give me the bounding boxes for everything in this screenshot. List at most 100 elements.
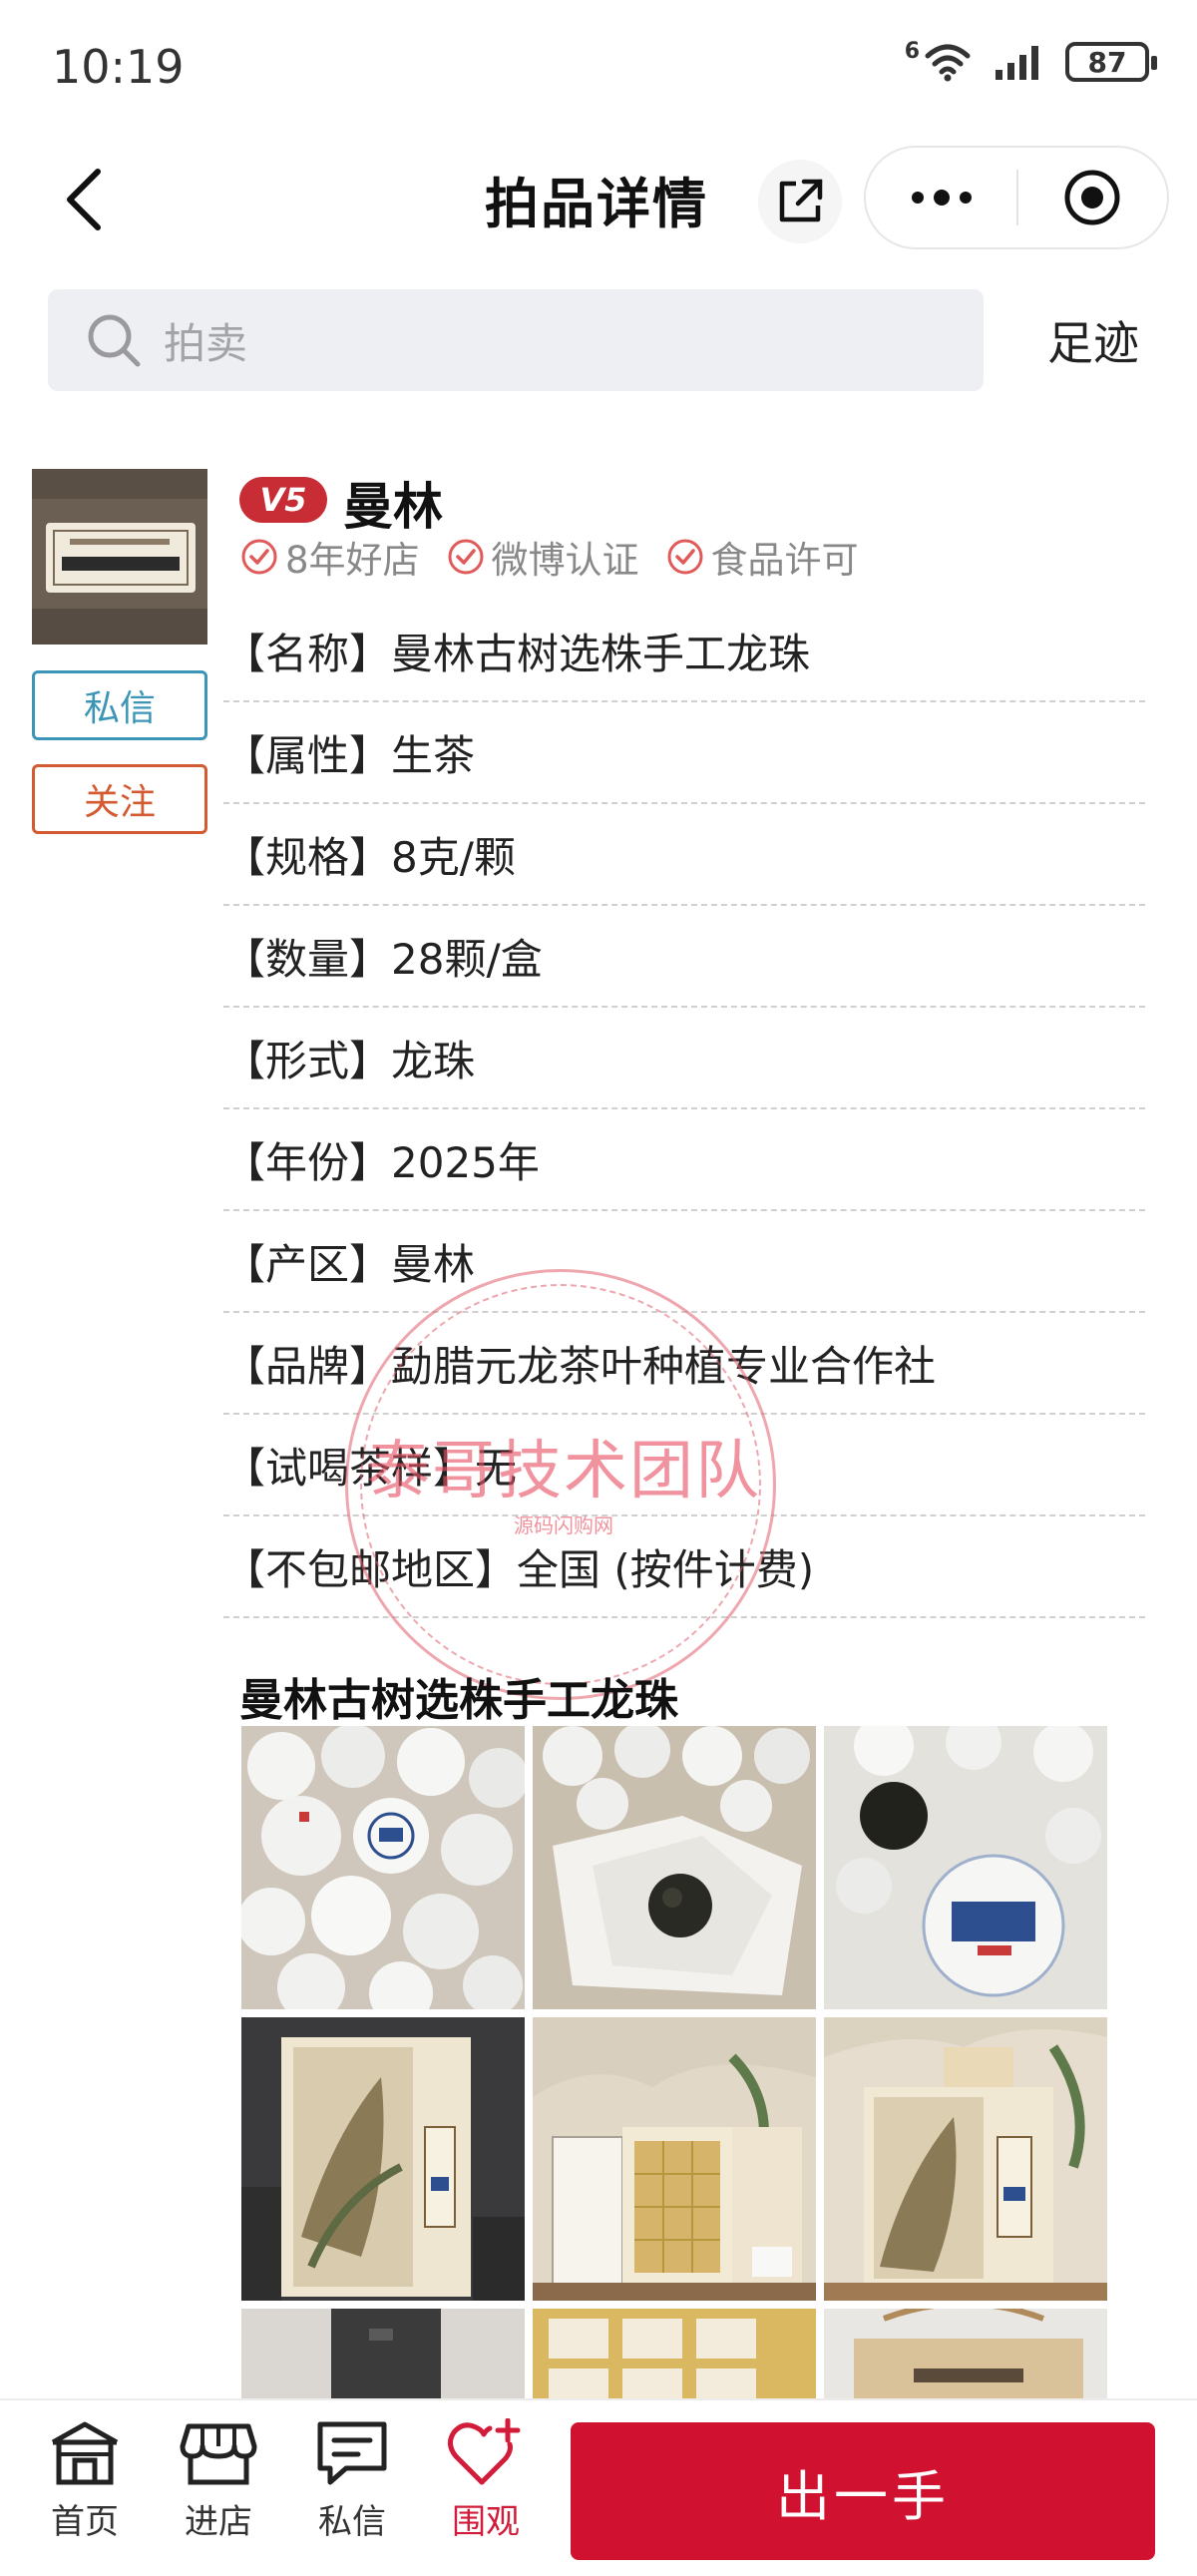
attribute-row-brand: 【品牌】 勐腊元龙茶叶种植专业合作社 xyxy=(223,1313,1145,1415)
attribute-value: 全国 (按件计费) xyxy=(517,1544,815,1594)
tab-messages-label: 私信 xyxy=(318,2502,386,2542)
product-photo[interactable] xyxy=(824,2017,1107,2301)
status-time: 10:19 xyxy=(52,40,185,94)
attribute-key: 【年份】 xyxy=(223,1137,392,1187)
place-bid-button[interactable]: 出一手 xyxy=(571,2422,1155,2560)
storefront-home-icon xyxy=(51,2421,119,2485)
attribute-key: 【形式】 xyxy=(223,1036,392,1085)
more-button[interactable] xyxy=(866,148,1016,247)
certification-label: 8年好店 xyxy=(285,539,420,582)
back-button[interactable] xyxy=(52,162,128,237)
seller-avatar-image xyxy=(32,469,207,644)
follow-seller-button[interactable]: 关注 xyxy=(32,764,207,834)
attribute-value: 无 xyxy=(475,1443,518,1493)
message-seller-button[interactable]: 私信 xyxy=(32,670,207,740)
attribute-row-spec: 【规格】 8克/颗 xyxy=(223,804,1145,906)
person-holding-box-image xyxy=(241,2309,525,2398)
search-icon xyxy=(88,314,141,367)
attribute-row-year: 【年份】 2025年 xyxy=(223,1109,1145,1211)
search-input[interactable]: 拍卖 xyxy=(48,289,984,391)
product-photo[interactable] xyxy=(533,2017,816,2301)
seller-avatar[interactable] xyxy=(32,469,207,644)
tea-balls-image xyxy=(241,1726,525,2009)
share-icon xyxy=(779,179,823,222)
attribute-value: 曼林 xyxy=(391,1239,476,1289)
attribute-key: 【试喝茶样】 xyxy=(223,1443,476,1493)
check-circle-icon xyxy=(241,539,277,575)
wifi-icon xyxy=(925,44,971,82)
gallery-title: 曼林古树选株手工龙珠 xyxy=(239,1675,678,1726)
certification-item: 食品许可 xyxy=(665,530,859,584)
status-icons: 6 87 xyxy=(904,38,1157,82)
share-button[interactable] xyxy=(758,160,842,243)
attribute-row-quantity: 【数量】 28颗/盒 xyxy=(223,906,1145,1008)
network-type-label: 6 xyxy=(904,38,920,64)
attribute-key: 【不包邮地区】 xyxy=(223,1544,518,1594)
open-gift-box-image xyxy=(533,2017,816,2301)
product-photo[interactable] xyxy=(241,2309,525,2398)
seller-level-badge: V5 xyxy=(239,477,327,523)
attribute-value: 8克/颗 xyxy=(391,832,516,882)
attribute-value: 2025年 xyxy=(391,1137,540,1187)
certification-row: 8年好店 微博认证 食品许可 xyxy=(239,527,885,587)
product-photo[interactable] xyxy=(824,1726,1107,2009)
attribute-key: 【名称】 xyxy=(223,629,392,678)
certification-label: 食品许可 xyxy=(710,539,859,582)
mini-program-capsule xyxy=(864,146,1169,249)
search-placeholder: 拍卖 xyxy=(164,318,248,368)
attribute-row-shipping: 【不包邮地区】 全国 (按件计费) xyxy=(223,1516,1145,1618)
attribute-value: 曼林古树选株手工龙珠 xyxy=(391,629,811,678)
tea-ball-unwrapped-image xyxy=(533,1726,816,2009)
check-circle-icon xyxy=(448,539,484,575)
tab-shop-label: 进店 xyxy=(185,2502,252,2542)
tab-watch-label: 围观 xyxy=(452,2502,520,2542)
attribute-row-sample: 【试喝茶样】 无 xyxy=(223,1415,1145,1516)
tab-watch[interactable]: 围观 xyxy=(431,2418,541,2568)
tab-messages[interactable]: 私信 xyxy=(297,2418,407,2568)
gift-bag-image xyxy=(824,2309,1107,2398)
target-circle-icon xyxy=(1064,170,1120,225)
status-bar: 10:19 6 87 xyxy=(0,0,1197,140)
heart-plus-icon xyxy=(448,2418,521,2485)
attribute-key: 【数量】 xyxy=(223,934,392,984)
attribute-key: 【品牌】 xyxy=(223,1341,392,1391)
shop-icon xyxy=(180,2423,257,2485)
battery-icon: 87 xyxy=(1065,42,1157,82)
attribute-value: 龙珠 xyxy=(391,1036,476,1085)
page-title: 拍品详情 xyxy=(485,173,708,235)
attribute-key: 【产区】 xyxy=(223,1239,392,1289)
tea-ball-wrapper-image xyxy=(824,1726,1107,2009)
check-circle-icon xyxy=(667,539,703,575)
tea-cubes-box-image xyxy=(533,2309,816,2398)
attribute-row-form: 【形式】 龙珠 xyxy=(223,1008,1145,1109)
chevron-left-icon xyxy=(67,169,101,230)
attribute-row-origin: 【产区】 曼林 xyxy=(223,1211,1145,1313)
attribute-row-property: 【属性】 生茶 xyxy=(223,702,1145,804)
certification-label: 微博认证 xyxy=(491,539,639,582)
attribute-key: 【属性】 xyxy=(223,730,392,780)
attribute-value: 28颗/盒 xyxy=(391,934,543,984)
chat-bubble-icon xyxy=(317,2421,387,2485)
attribute-key: 【规格】 xyxy=(223,832,392,882)
attribute-row-name: 【名称】 曼林古树选株手工龙珠 xyxy=(223,601,1145,702)
bottom-tab-bar: 首页 进店 私信 围观 出一手 xyxy=(0,2398,1197,2576)
tab-shop[interactable]: 进店 xyxy=(164,2418,273,2568)
nav-bar: 拍品详情 xyxy=(0,140,1197,259)
attribute-value: 勐腊元龙茶叶种植专业合作社 xyxy=(391,1341,937,1391)
certification-item: 8年好店 xyxy=(239,530,420,584)
gift-box-held-image xyxy=(241,2017,525,2301)
attribute-value: 生茶 xyxy=(391,730,476,780)
gift-box-front-image xyxy=(824,2017,1107,2301)
signal-icon xyxy=(996,46,1038,80)
tab-home[interactable]: 首页 xyxy=(30,2418,140,2568)
product-photo[interactable] xyxy=(241,2017,525,2301)
product-photo[interactable] xyxy=(241,1726,525,2009)
more-dots-icon xyxy=(911,190,972,206)
certification-item: 微博认证 xyxy=(446,530,639,584)
product-photo[interactable] xyxy=(533,2309,816,2398)
battery-level: 87 xyxy=(1087,45,1127,79)
product-photo[interactable] xyxy=(533,1726,816,2009)
product-photo[interactable] xyxy=(824,2309,1107,2398)
footprint-link[interactable]: 足迹 xyxy=(1047,307,1139,373)
close-mini-program-button[interactable] xyxy=(1018,148,1167,247)
